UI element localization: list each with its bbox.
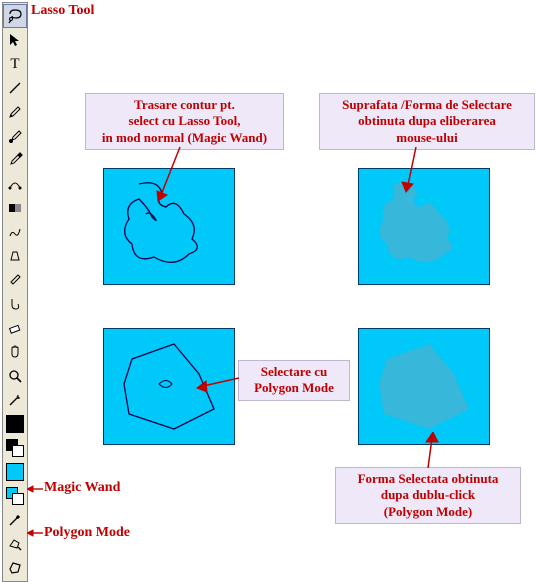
pencil-icon <box>7 104 23 120</box>
lasso-tool[interactable] <box>3 4 27 28</box>
perspective-icon <box>7 248 23 264</box>
callout-line: Trasare contur pt. <box>92 97 277 113</box>
bezier-icon <box>7 176 23 192</box>
label-magic-wand: Magic Wand <box>44 480 120 496</box>
arrow-magic-wand <box>27 481 45 497</box>
callout-mid: Selectare cu Polygon Mode <box>238 360 350 401</box>
eyedropper2-icon <box>7 272 23 288</box>
polygon-mode-icon <box>7 560 23 576</box>
zoom-icon <box>7 368 23 384</box>
lasso-icon <box>7 8 23 24</box>
thumb-polygon-result <box>358 328 490 445</box>
arrow-top-right <box>398 145 438 195</box>
hand-tool[interactable] <box>3 340 27 364</box>
tool-palette: T <box>2 2 28 582</box>
magic-wand-icon <box>7 512 23 528</box>
gradient-icon <box>7 200 23 216</box>
eraser-icon <box>7 320 23 336</box>
callout-line: dupa dublu-click <box>342 487 514 503</box>
line-icon <box>7 80 23 96</box>
callout-bottom-right: Forma Selectata obtinuta dupa dublu-clic… <box>335 467 521 524</box>
callout-line: mouse-ului <box>326 130 528 146</box>
poly-brush-icon <box>7 536 23 552</box>
text-tool[interactable]: T <box>3 52 27 76</box>
wand-extra-tool[interactable] <box>3 388 27 412</box>
arrow-top-left <box>155 145 195 205</box>
bezier-tool[interactable] <box>3 172 27 196</box>
brush-icon <box>7 128 23 144</box>
pointer-tool[interactable] <box>3 28 27 52</box>
fill-swatches-pair[interactable] <box>3 484 27 508</box>
callout-line: obtinuta dupa eliberarea <box>326 113 528 129</box>
smudge-tool[interactable] <box>3 292 27 316</box>
arrow-icon <box>7 32 23 48</box>
callout-line: select cu Lasso Tool, <box>92 113 277 129</box>
arrow-bottom-right <box>418 432 448 472</box>
foreground-swatch[interactable] <box>3 412 27 436</box>
arrow-mid <box>195 370 243 400</box>
freehand-tool[interactable] <box>3 220 27 244</box>
callout-line: Polygon Mode <box>245 380 343 396</box>
label-lasso-tool: Lasso Tool <box>31 3 94 19</box>
zoom-tool[interactable] <box>3 364 27 388</box>
default-swatches[interactable] <box>3 436 27 460</box>
callout-line: in mod normal (Magic Wand) <box>92 130 277 146</box>
callout-line: Suprafata /Forma de Selectare <box>326 97 528 113</box>
magic-wand-tool[interactable] <box>3 508 27 532</box>
freehand-icon <box>7 224 23 240</box>
callout-line: Forma Selectata obtinuta <box>342 471 514 487</box>
dropper2-tool[interactable] <box>3 268 27 292</box>
eyedropper-tool[interactable] <box>3 148 27 172</box>
gradient-tool[interactable] <box>3 196 27 220</box>
wand-extra-icon <box>7 392 23 408</box>
eyedropper-icon <box>7 152 23 168</box>
perspective-tool[interactable] <box>3 244 27 268</box>
line-tool[interactable] <box>3 76 27 100</box>
poly-brush-tool[interactable] <box>3 532 27 556</box>
callout-top-right: Suprafata /Forma de Selectare obtinuta d… <box>319 93 535 150</box>
fill-swatch[interactable] <box>3 460 27 484</box>
smudge-icon <box>7 296 23 312</box>
polygon-mode-tool[interactable] <box>3 556 27 580</box>
hand-icon <box>7 344 23 360</box>
callout-line: (Polygon Mode) <box>342 504 514 520</box>
callout-line: Selectare cu <box>245 364 343 380</box>
brush-tool[interactable] <box>3 124 27 148</box>
pencil-tool[interactable] <box>3 100 27 124</box>
eraser-tool[interactable] <box>3 316 27 340</box>
callout-top-left: Trasare contur pt. select cu Lasso Tool,… <box>85 93 284 150</box>
